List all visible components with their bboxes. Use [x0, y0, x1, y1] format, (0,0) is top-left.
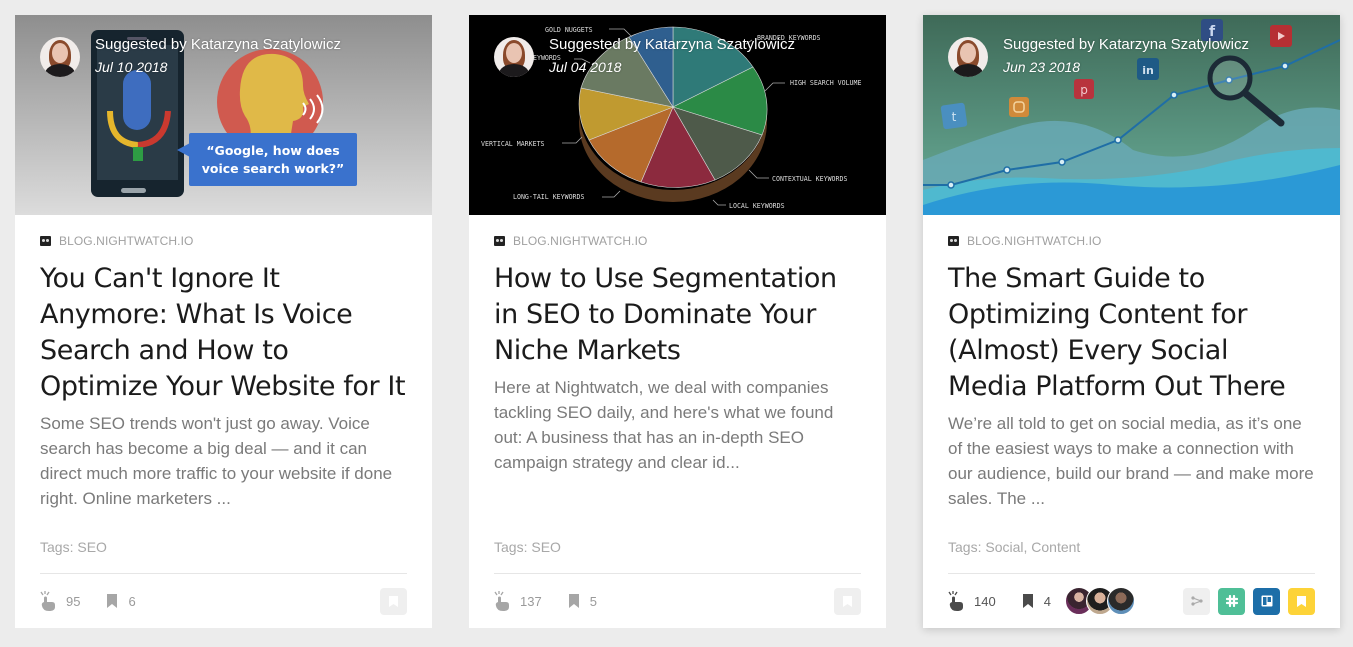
clicks-count: 140 — [974, 593, 996, 609]
article-excerpt: Here at Nightwatch, we deal with compani… — [494, 378, 834, 472]
clicks-stat: 95 — [40, 591, 80, 611]
suggested-by-label: Suggested by Katarzyna Szatylowicz — [549, 36, 795, 53]
card-footer: 140 4 — [948, 587, 1315, 615]
bookmark-button[interactable] — [834, 587, 861, 615]
bookmarks-stat: 6 — [106, 593, 136, 609]
tap-icon — [40, 591, 55, 611]
source-label: BLOG.NIGHTWATCH.IO — [513, 234, 648, 248]
article-card[interactable]: GOLD NUGGETS BRANDED KEYWORDS HIGH SEARC… — [469, 15, 886, 628]
article-image[interactable]: GOLD NUGGETS BRANDED KEYWORDS HIGH SEARC… — [469, 15, 886, 215]
source-link[interactable]: BLOG.NIGHTWATCH.IO — [40, 234, 407, 248]
nightwatch-owl-icon — [40, 236, 51, 246]
twitter-icon: t — [940, 102, 968, 130]
article-excerpt: Some SEO trends won't just go away. Voic… — [40, 414, 393, 508]
bookmarks-count: 6 — [128, 593, 136, 609]
tag[interactable]: SEO — [77, 539, 107, 555]
svg-text:LONG-TAIL KEYWORDS: LONG-TAIL KEYWORDS — [513, 193, 584, 201]
svg-text:t: t — [952, 110, 957, 124]
pinterest-icon: p — [1074, 79, 1094, 99]
tag[interactable]: Social, Content — [985, 539, 1080, 555]
suggested-by: Suggested by Katarzyna Szatylowicz Jul 0… — [494, 36, 795, 77]
bookmarks-stat: 5 — [568, 594, 597, 609]
avatar[interactable] — [40, 37, 80, 77]
date: Jul 10 2018 — [95, 59, 168, 75]
svg-text:HIGH SEARCH VOLUME: HIGH SEARCH VOLUME — [790, 79, 861, 87]
svg-text:p: p — [1080, 83, 1088, 97]
divider — [494, 573, 861, 574]
suggested-by: Suggested by Katarzyna Szatylowicz Jul 1… — [40, 36, 341, 77]
article-image[interactable]: “Google, how does voice search work?” Su… — [15, 15, 432, 215]
article-title[interactable]: You Can't Ignore It Anymore: What Is Voi… — [40, 261, 407, 405]
bookmark-icon — [843, 595, 852, 607]
instagram-icon — [1009, 97, 1029, 117]
svg-text:“Google, how does: “Google, how does — [206, 143, 339, 158]
bookmark-icon — [389, 595, 398, 607]
svg-text:LOCAL KEYWORDS: LOCAL KEYWORDS — [729, 202, 785, 210]
bookmark-icon — [107, 594, 118, 608]
tags-label: Tags: — [494, 539, 528, 555]
date: Jul 04 2018 — [549, 59, 622, 75]
avatar[interactable] — [494, 37, 534, 77]
svg-text:VERTICAL MARKETS: VERTICAL MARKETS — [481, 140, 545, 148]
nightwatch-owl-icon — [948, 236, 959, 246]
bookmark-icon — [568, 594, 579, 608]
clicks-stat: 140 — [948, 591, 996, 611]
source-label: BLOG.NIGHTWATCH.IO — [59, 234, 194, 248]
date: Jun 23 2018 — [1003, 59, 1081, 75]
svg-text:voice search work?”: voice search work?” — [202, 161, 345, 176]
clicks-stat: 137 — [494, 591, 542, 611]
divider — [40, 573, 407, 574]
article-image[interactable]: t p in f Suggested by Katarzyna Szatylow… — [923, 15, 1340, 215]
bookmark-icon — [1022, 594, 1033, 608]
article-card[interactable]: “Google, how does voice search work?” Su… — [15, 15, 432, 628]
trello-icon — [1261, 595, 1272, 607]
divider — [948, 573, 1315, 574]
article-title[interactable]: The Smart Guide to Optimizing Content fo… — [948, 261, 1315, 405]
clicks-count: 95 — [66, 593, 81, 609]
source-link[interactable]: BLOG.NIGHTWATCH.IO — [948, 234, 1315, 248]
article-title[interactable]: How to Use Segmentation in SEO to Domina… — [494, 261, 861, 369]
source-link[interactable]: BLOG.NIGHTWATCH.IO — [494, 234, 861, 248]
slack-share-button[interactable] — [1218, 587, 1245, 615]
tags: Tags: SEO — [40, 539, 107, 555]
clicks-count: 137 — [520, 593, 542, 609]
tap-icon — [494, 591, 509, 611]
tags: Tags: SEO — [494, 539, 561, 555]
suggested-by: Suggested by Katarzyna Szatylowicz Jun 2… — [948, 36, 1249, 77]
trello-share-button[interactable] — [1253, 587, 1280, 615]
nightwatch-owl-icon — [494, 236, 505, 246]
bookmark-button[interactable] — [1288, 587, 1315, 615]
tags: Tags: Social, Content — [948, 539, 1080, 555]
youtube-icon — [1270, 25, 1292, 47]
bookmarks-count: 5 — [589, 593, 597, 609]
share-icon — [1190, 596, 1203, 606]
suggested-by-label: Suggested by Katarzyna Szatylowicz — [1003, 36, 1249, 53]
shared-with-avatars[interactable] — [1064, 587, 1135, 615]
bookmark-button[interactable] — [380, 587, 407, 615]
tags-label: Tags: — [40, 539, 74, 555]
tag[interactable]: SEO — [531, 539, 561, 555]
avatar[interactable] — [948, 37, 988, 77]
bookmarks-count: 4 — [1043, 593, 1051, 609]
suggested-by-label: Suggested by Katarzyna Szatylowicz — [95, 36, 341, 53]
slack-icon — [1225, 595, 1238, 607]
source-label: BLOG.NIGHTWATCH.IO — [967, 234, 1102, 248]
share-button[interactable] — [1183, 587, 1210, 615]
article-card[interactable]: t p in f Suggested by Katarzyna Szatylow… — [923, 15, 1340, 628]
article-excerpt: We’re all told to get on social media, a… — [948, 414, 1314, 508]
svg-text:CONTEXTUAL KEYWORDS: CONTEXTUAL KEYWORDS — [772, 175, 847, 183]
tap-icon — [948, 591, 963, 611]
bookmarks-stat: 4 — [1022, 594, 1051, 609]
avatar[interactable] — [1106, 587, 1135, 615]
svg-text:GOLD NUGGETS: GOLD NUGGETS — [545, 26, 593, 34]
card-footer: 137 5 — [494, 587, 861, 615]
bookmark-icon — [1297, 595, 1306, 607]
tags-label: Tags: — [948, 539, 982, 555]
card-footer: 95 6 — [40, 587, 407, 615]
